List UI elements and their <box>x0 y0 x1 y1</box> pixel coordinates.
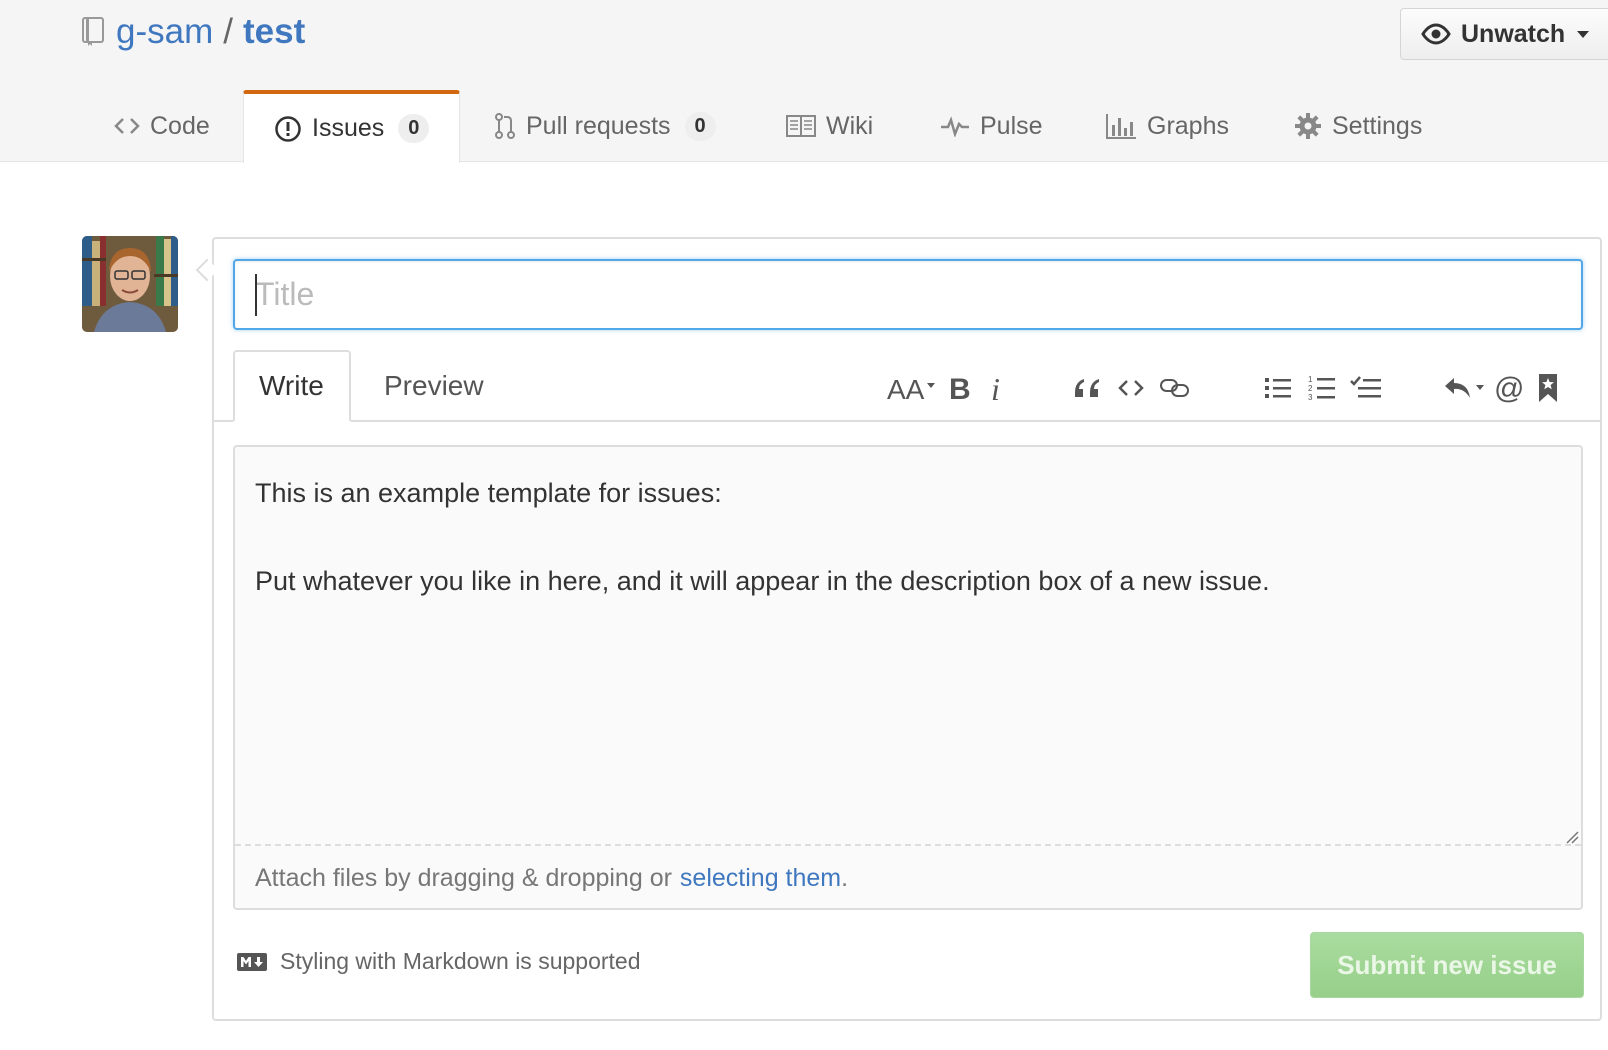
issue-body-content: This is an example template for issues: … <box>255 471 1561 647</box>
markdown-note[interactable]: Styling with Markdown is supported <box>236 948 641 975</box>
svg-text:3: 3 <box>1308 393 1313 402</box>
pulls-counter: 0 <box>684 111 716 141</box>
eye-icon <box>1421 23 1451 45</box>
toolbar-group-misc: @ <box>1440 367 1568 409</box>
repo-name-link[interactable]: test <box>243 12 305 52</box>
issue-title-input[interactable] <box>233 259 1583 330</box>
svg-text:1: 1 <box>1308 375 1313 384</box>
text-cursor <box>255 274 257 316</box>
markdown-note-label: Styling with Markdown is supported <box>280 948 641 974</box>
italic-icon: i <box>991 372 1000 404</box>
attach-text: Attach files by dragging & dropping or <box>255 863 672 892</box>
toolbar-group-lists: 123 <box>1256 367 1388 409</box>
markdown-icon <box>237 952 267 971</box>
tab-write[interactable]: Write <box>233 350 351 422</box>
avatar-image <box>82 236 178 332</box>
select-files-link[interactable]: selecting them <box>680 864 841 893</box>
tab-preview-label: Preview <box>384 370 484 401</box>
tab-preview[interactable]: Preview <box>360 350 508 422</box>
list-ordered-icon: 123 <box>1308 375 1335 402</box>
tab-code-label: Code <box>150 111 210 140</box>
link-button[interactable] <box>1152 367 1198 409</box>
unwatch-label: Unwatch <box>1461 19 1566 48</box>
toolbar-group-format: AA B i <box>886 367 1016 409</box>
submit-new-issue-button[interactable]: Submit new issue <box>1310 932 1584 998</box>
tab-issues[interactable]: Issues 0 <box>243 90 460 163</box>
reply-icon <box>1445 378 1484 398</box>
svg-text:@: @ <box>1494 373 1523 403</box>
gear-icon <box>1295 113 1321 139</box>
git-pull-request-icon <box>495 113 515 139</box>
tab-code[interactable]: Code <box>114 90 210 162</box>
chevron-down-icon <box>1577 30 1590 38</box>
issue-opened-icon <box>275 115 301 142</box>
tab-pulse-label: Pulse <box>980 111 1043 140</box>
attach-suffix: . <box>841 863 849 892</box>
task-list-button[interactable] <box>1344 367 1388 409</box>
tab-settings[interactable]: Settings <box>1294 90 1422 162</box>
avatar[interactable] <box>82 236 178 332</box>
issue-body-textarea[interactable]: This is an example template for issues: … <box>233 445 1583 910</box>
text-size-icon: AA <box>887 374 935 403</box>
resize-handle-icon[interactable] <box>1565 830 1579 844</box>
bold-icon: B <box>949 373 971 403</box>
tab-settings-label: Settings <box>1332 111 1423 140</box>
repo-owner-link[interactable]: g-sam <box>116 12 213 52</box>
repo-icon <box>82 17 104 46</box>
list-unordered-icon <box>1265 378 1291 398</box>
mention-icon: @ <box>1494 373 1523 403</box>
link-icon <box>1160 379 1189 397</box>
tab-graphs-label: Graphs <box>1147 111 1229 140</box>
reply-button[interactable] <box>1440 367 1488 409</box>
bookmark-icon <box>1539 374 1557 402</box>
body-line: Put whatever you like in here, and it wi… <box>255 566 1270 596</box>
toolbar-group-insert <box>1064 367 1198 409</box>
pulse-icon <box>941 116 969 137</box>
tab-issues-label: Issues <box>312 114 385 142</box>
repo-title: g-sam / test <box>82 12 305 52</box>
graph-icon <box>1106 114 1136 139</box>
tab-pull-requests-label: Pull requests <box>526 111 671 140</box>
tab-graphs[interactable]: Graphs <box>1105 90 1229 162</box>
code-icon <box>114 118 140 134</box>
code-icon <box>1118 380 1144 396</box>
quote-icon <box>1075 379 1099 397</box>
tab-wiki[interactable]: Wiki <box>786 90 873 162</box>
tasklist-icon <box>1350 376 1381 398</box>
unwatch-button[interactable]: Unwatch <box>1400 8 1608 60</box>
bold-button[interactable]: B <box>940 367 978 409</box>
mention-button[interactable]: @ <box>1488 367 1528 409</box>
svg-text:AA: AA <box>887 374 925 403</box>
quote-button[interactable] <box>1064 367 1110 409</box>
tab-write-label: Write <box>259 370 324 401</box>
tab-pulse[interactable]: Pulse <box>940 90 1043 162</box>
tab-wiki-label: Wiki <box>826 111 874 140</box>
tab-pull-requests[interactable]: Pull requests 0 <box>494 90 716 162</box>
code-button[interactable] <box>1110 367 1152 409</box>
italic-button[interactable]: i <box>978 367 1016 409</box>
text-size-button[interactable]: AA <box>886 367 940 409</box>
saved-reply-button[interactable] <box>1528 367 1568 409</box>
book-icon <box>786 115 816 137</box>
repo-nav: Code Issues 0 Pull requests 0 Wiki Pulse… <box>0 90 1608 163</box>
svg-text:2: 2 <box>1308 384 1313 393</box>
svg-text:i: i <box>991 372 1000 404</box>
file-attach-bar[interactable]: Attach files by dragging & dropping or s… <box>235 844 1581 910</box>
svg-text:B: B <box>949 373 971 403</box>
ordered-list-button[interactable]: 123 <box>1300 367 1344 409</box>
unordered-list-button[interactable] <box>1256 367 1300 409</box>
repo-separator: / <box>223 12 233 51</box>
issues-counter: 0 <box>398 114 430 143</box>
body-line: This is an example template for issues: <box>255 478 722 508</box>
